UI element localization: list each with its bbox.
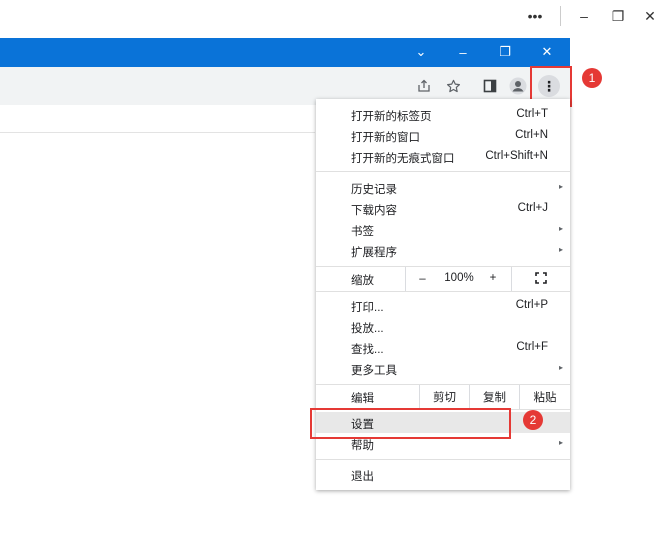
- menu-item-label: 投放...: [351, 323, 384, 335]
- browser-minimize-icon[interactable]: –: [452, 42, 474, 62]
- step-badge-1: 1: [582, 68, 602, 88]
- submenu-arrow-icon: ▸: [558, 224, 563, 233]
- tab-search-chevron-icon[interactable]: ⌄: [410, 42, 432, 62]
- menu-item-label: 退出: [351, 471, 374, 483]
- menu-item-shortcut: Ctrl+T: [516, 108, 548, 120]
- step-badge-2: 2: [523, 410, 543, 430]
- zoom-level-value: 100%: [444, 272, 474, 284]
- menu-item-label: 打开新的无痕式窗口: [351, 153, 455, 165]
- zoom-in-button[interactable]: +: [479, 272, 507, 284]
- minimize-icon[interactable]: –: [572, 6, 596, 26]
- highlight-settings-item: [310, 408, 511, 439]
- submenu-arrow-icon: ▸: [558, 245, 563, 254]
- menu-item-label: 打开新的标签页: [351, 111, 432, 123]
- cut-button[interactable]: 剪切: [419, 385, 469, 409]
- submenu-arrow-icon: ▸: [558, 363, 563, 372]
- menu-item-label: 扩展程序: [351, 247, 397, 259]
- edit-row: 编辑 剪切 复制 粘贴: [316, 385, 570, 409]
- zoom-row: 缩放 – 100% +: [316, 267, 570, 291]
- menu-item-label: 书签: [351, 226, 374, 238]
- zoom-label: 缩放: [351, 275, 374, 287]
- menu-item-history[interactable]: 历史记录 ▸: [316, 177, 570, 198]
- menu-item-print[interactable]: 打印... Ctrl+P: [316, 295, 570, 316]
- share-icon[interactable]: [414, 76, 434, 96]
- submenu-arrow-icon: ▸: [558, 182, 563, 191]
- menu-item-shortcut: Ctrl+Shift+N: [485, 150, 548, 162]
- menu-item-new-incognito-window[interactable]: 打开新的无痕式窗口 Ctrl+Shift+N: [316, 146, 570, 167]
- edit-label: 编辑: [351, 393, 374, 405]
- menu-item-label: 下载内容: [351, 205, 397, 217]
- browser-close-icon[interactable]: ✕: [536, 42, 558, 62]
- submenu-arrow-icon: ▸: [558, 438, 563, 447]
- menu-item-label: 帮助: [351, 440, 374, 452]
- menu-item-exit[interactable]: 退出: [316, 464, 570, 485]
- menu-divider: [316, 291, 570, 292]
- profile-icon[interactable]: [508, 76, 528, 96]
- divider: [560, 6, 561, 26]
- menu-item-find[interactable]: 查找... Ctrl+F: [316, 337, 570, 358]
- menu-item-cast[interactable]: 投放...: [316, 316, 570, 337]
- menu-item-downloads[interactable]: 下载内容 Ctrl+J: [316, 198, 570, 219]
- menu-item-new-tab[interactable]: 打开新的标签页 Ctrl+T: [316, 104, 570, 125]
- menu-item-shortcut: Ctrl+J: [517, 202, 548, 214]
- menu-item-label: 历史记录: [351, 184, 397, 196]
- menu-item-more-tools[interactable]: 更多工具 ▸: [316, 358, 570, 379]
- menu-item-label: 打开新的窗口: [351, 132, 420, 144]
- menu-item-label: 更多工具: [351, 365, 397, 377]
- menu-item-bookmarks[interactable]: 书签 ▸: [316, 219, 570, 240]
- browser-titlebar: ⌄ – ❐ ✕: [0, 38, 570, 67]
- restore-icon[interactable]: ❐: [606, 6, 630, 26]
- menu-item-extensions[interactable]: 扩展程序 ▸: [316, 240, 570, 261]
- menu-divider: [316, 459, 570, 460]
- outer-window-controls: ••• – ❐ ✕: [0, 0, 666, 32]
- divider: [0, 132, 315, 133]
- close-icon[interactable]: ✕: [638, 6, 662, 26]
- fullscreen-button[interactable]: [511, 267, 570, 291]
- menu-item-new-window[interactable]: 打开新的窗口 Ctrl+N: [316, 125, 570, 146]
- menu-item-shortcut: Ctrl+N: [515, 129, 548, 141]
- menu-item-label: 查找...: [351, 344, 384, 356]
- fullscreen-icon: [535, 271, 547, 287]
- browser-restore-icon[interactable]: ❐: [494, 42, 516, 62]
- paste-button[interactable]: 粘贴: [519, 385, 570, 409]
- copy-button[interactable]: 复制: [469, 385, 519, 409]
- menu-divider: [316, 171, 570, 172]
- menu-item-label: 打印...: [351, 302, 384, 314]
- menu-item-shortcut: Ctrl+F: [516, 341, 548, 353]
- zoom-out-button[interactable]: –: [405, 267, 439, 291]
- menu-item-shortcut: Ctrl+P: [515, 299, 548, 311]
- star-icon[interactable]: [443, 76, 463, 96]
- side-panel-icon[interactable]: [480, 76, 500, 96]
- more-options-icon[interactable]: •••: [523, 6, 547, 26]
